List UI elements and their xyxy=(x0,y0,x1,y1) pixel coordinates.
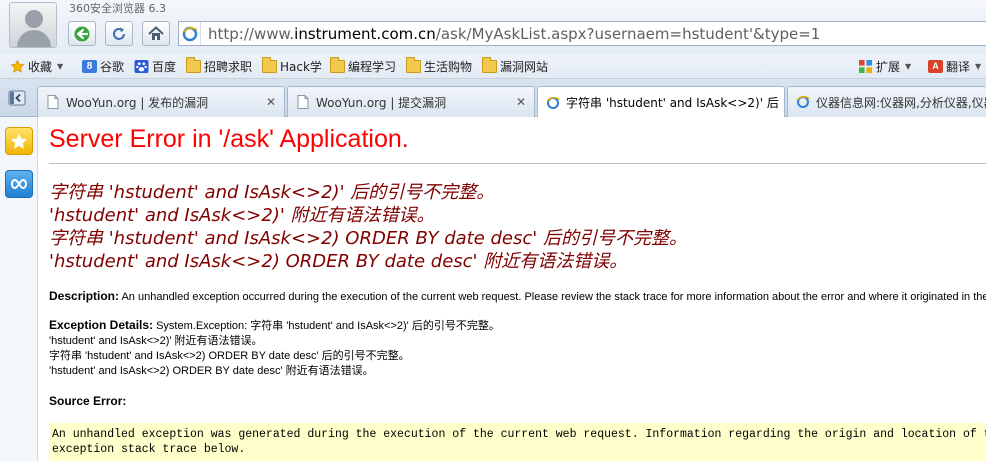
translate-label: 翻译 xyxy=(946,59,971,74)
url-prefix: http://www. xyxy=(208,24,295,43)
bookmark-label: 谷歌 xyxy=(100,59,125,74)
tab-label: WooYun.org | 提交漏洞 xyxy=(316,95,447,110)
page-icon xyxy=(47,95,59,109)
error-line: 'hstudent' and IsAsk<>2) ORDER BY date d… xyxy=(49,251,628,272)
bookmark-folder-hack[interactable]: Hack学 xyxy=(262,56,322,75)
browser-toolbar: 360安全浏览器 6.3 http://www.instrument.com.c… xyxy=(0,0,986,53)
bookmark-label: Hack学 xyxy=(280,59,322,74)
bookmark-folder-vuln-sites[interactable]: 漏洞网站 xyxy=(482,56,549,75)
source-error-label: Source Error: xyxy=(49,394,127,408)
page-title: Server Error in '/ask' Application. xyxy=(49,125,409,153)
home-icon xyxy=(148,26,164,40)
error-line: 字符串 'hstudent' and IsAsk<>2) ORDER BY da… xyxy=(49,228,687,249)
tab-instrument-home[interactable]: 仪器信息网:仪器网,分析仪器,仪器 xyxy=(787,86,986,117)
error-message: 字符串 'hstudent' and IsAsk<>2)' 后的引号不完整。 '… xyxy=(49,181,687,273)
page-icon xyxy=(297,95,309,109)
translate-menu[interactable]: A 翻译 ▼ xyxy=(928,57,981,75)
collapse-sidebar-icon xyxy=(8,90,25,105)
left-sidebar xyxy=(0,117,38,461)
bookmark-label: 招聘求职 xyxy=(204,59,253,74)
refresh-button[interactable] xyxy=(105,21,133,46)
description-text: An unhandled exception occurred during t… xyxy=(119,291,986,303)
source-line: exception stack trace below. xyxy=(52,443,246,456)
star-icon xyxy=(10,133,28,149)
google-icon: 8 xyxy=(82,59,97,73)
user-avatar[interactable] xyxy=(9,2,57,48)
folder-icon xyxy=(406,56,421,73)
translate-icon: A xyxy=(928,59,943,73)
page-content: Server Error in '/ask' Application. 字符串 … xyxy=(39,117,986,461)
bookmark-folder-shopping[interactable]: 生活购物 xyxy=(406,56,473,75)
bookmark-label: 生活购物 xyxy=(424,59,473,74)
refresh-icon xyxy=(113,27,125,40)
ie-logo-icon xyxy=(179,22,201,45)
sidebar-toggle-button[interactable] xyxy=(0,85,33,110)
ie-logo-icon xyxy=(796,95,810,108)
sidebar-favorites-button[interactable] xyxy=(5,127,33,155)
error-line: 字符串 'hstudent' and IsAsk<>2)' 后的引号不完整。 xyxy=(49,182,495,203)
baidu-icon xyxy=(134,59,149,73)
folder-icon xyxy=(186,56,201,73)
favorites-star-icon xyxy=(10,59,25,73)
exception-line: 字符串 'hstudent' and IsAsk<>2) ORDER BY da… xyxy=(49,350,410,362)
tab-label: WooYun.org | 发布的漏洞 xyxy=(66,95,209,110)
source-line: An unhandled exception was generated dur… xyxy=(52,428,986,441)
exception-label: Exception Details: xyxy=(49,318,154,332)
sidebar-cloud-button[interactable] xyxy=(5,170,33,198)
exception-line: 'hstudent' and IsAsk<>2)' 附近有语法错误。 xyxy=(49,335,263,347)
description-section: Description: An unhandled exception occu… xyxy=(49,289,986,305)
home-button[interactable] xyxy=(142,21,170,46)
tab-label: 仪器信息网:仪器网,分析仪器,仪器 xyxy=(816,95,986,110)
exception-line: 'hstudent' and IsAsk<>2) ORDER BY date d… xyxy=(49,365,374,377)
favorites-label: 收藏 xyxy=(28,59,53,74)
close-icon[interactable]: ✕ xyxy=(263,95,279,109)
folder-icon xyxy=(482,56,497,73)
bookmark-label: 漏洞网站 xyxy=(500,59,549,74)
folder-icon xyxy=(262,56,277,73)
address-bar[interactable]: http://www.instrument.com.cn/ask/MyAskLi… xyxy=(178,21,986,46)
description-label: Description: xyxy=(49,289,120,303)
bookmark-folder-jobs[interactable]: 招聘求职 xyxy=(186,56,253,75)
exception-line: System.Exception: 字符串 'hstudent' and IsA… xyxy=(153,320,500,332)
bookmarks-bar: 收藏 ▼ 8 谷歌 百度 招聘求职 Hack学 编程学习 生活购物 漏洞网站 扩… xyxy=(0,53,986,79)
title-divider xyxy=(49,163,986,164)
extensions-label: 扩展 xyxy=(876,59,901,74)
extensions-grid-icon xyxy=(859,59,872,73)
bookmark-label: 编程学习 xyxy=(348,59,397,74)
chevron-down-icon: ▼ xyxy=(57,61,64,71)
back-arrow-icon xyxy=(74,26,90,41)
favorites-menu[interactable]: 收藏 ▼ xyxy=(10,57,63,75)
ie-logo-icon xyxy=(546,96,560,109)
bookmark-folder-programming[interactable]: 编程学习 xyxy=(330,56,397,75)
bookmark-label: 百度 xyxy=(152,59,177,74)
cloud-sync-icon xyxy=(11,178,27,190)
exception-details-section: Exception Details: System.Exception: 字符串… xyxy=(49,318,500,379)
tab-server-error[interactable]: 字符串 'hstudent' and IsAsk<>2)' 后 xyxy=(537,86,785,118)
tab-label: 字符串 'hstudent' and IsAsk<>2)' 后 xyxy=(566,96,779,110)
bookmark-google[interactable]: 8 谷歌 xyxy=(82,57,124,75)
error-line: 'hstudent' and IsAsk<>2)' 附近有语法错误。 xyxy=(49,205,435,226)
extensions-menu[interactable]: 扩展 ▼ xyxy=(858,57,911,75)
source-error-box: An unhandled exception was generated dur… xyxy=(49,423,986,461)
bookmark-baidu[interactable]: 百度 xyxy=(134,57,176,75)
folder-icon xyxy=(330,56,345,73)
close-icon[interactable]: ✕ xyxy=(513,95,529,109)
url-path: /ask/MyAskList.aspx?usernaem=hstudent'&t… xyxy=(435,24,821,43)
back-button[interactable] xyxy=(68,21,96,46)
tab-wooyun-published[interactable]: WooYun.org | 发布的漏洞 ✕ xyxy=(37,86,285,117)
chevron-down-icon: ▼ xyxy=(905,61,912,71)
source-error-section: Source Error: xyxy=(49,394,126,410)
url-domain: instrument.com.cn xyxy=(294,24,436,43)
chevron-down-icon: ▼ xyxy=(975,61,982,71)
app-title: 360安全浏览器 6.3 xyxy=(69,2,166,15)
tab-wooyun-submit[interactable]: WooYun.org | 提交漏洞 ✕ xyxy=(287,86,535,117)
url-text[interactable]: http://www.instrument.com.cn/ask/MyAskLi… xyxy=(208,25,820,43)
